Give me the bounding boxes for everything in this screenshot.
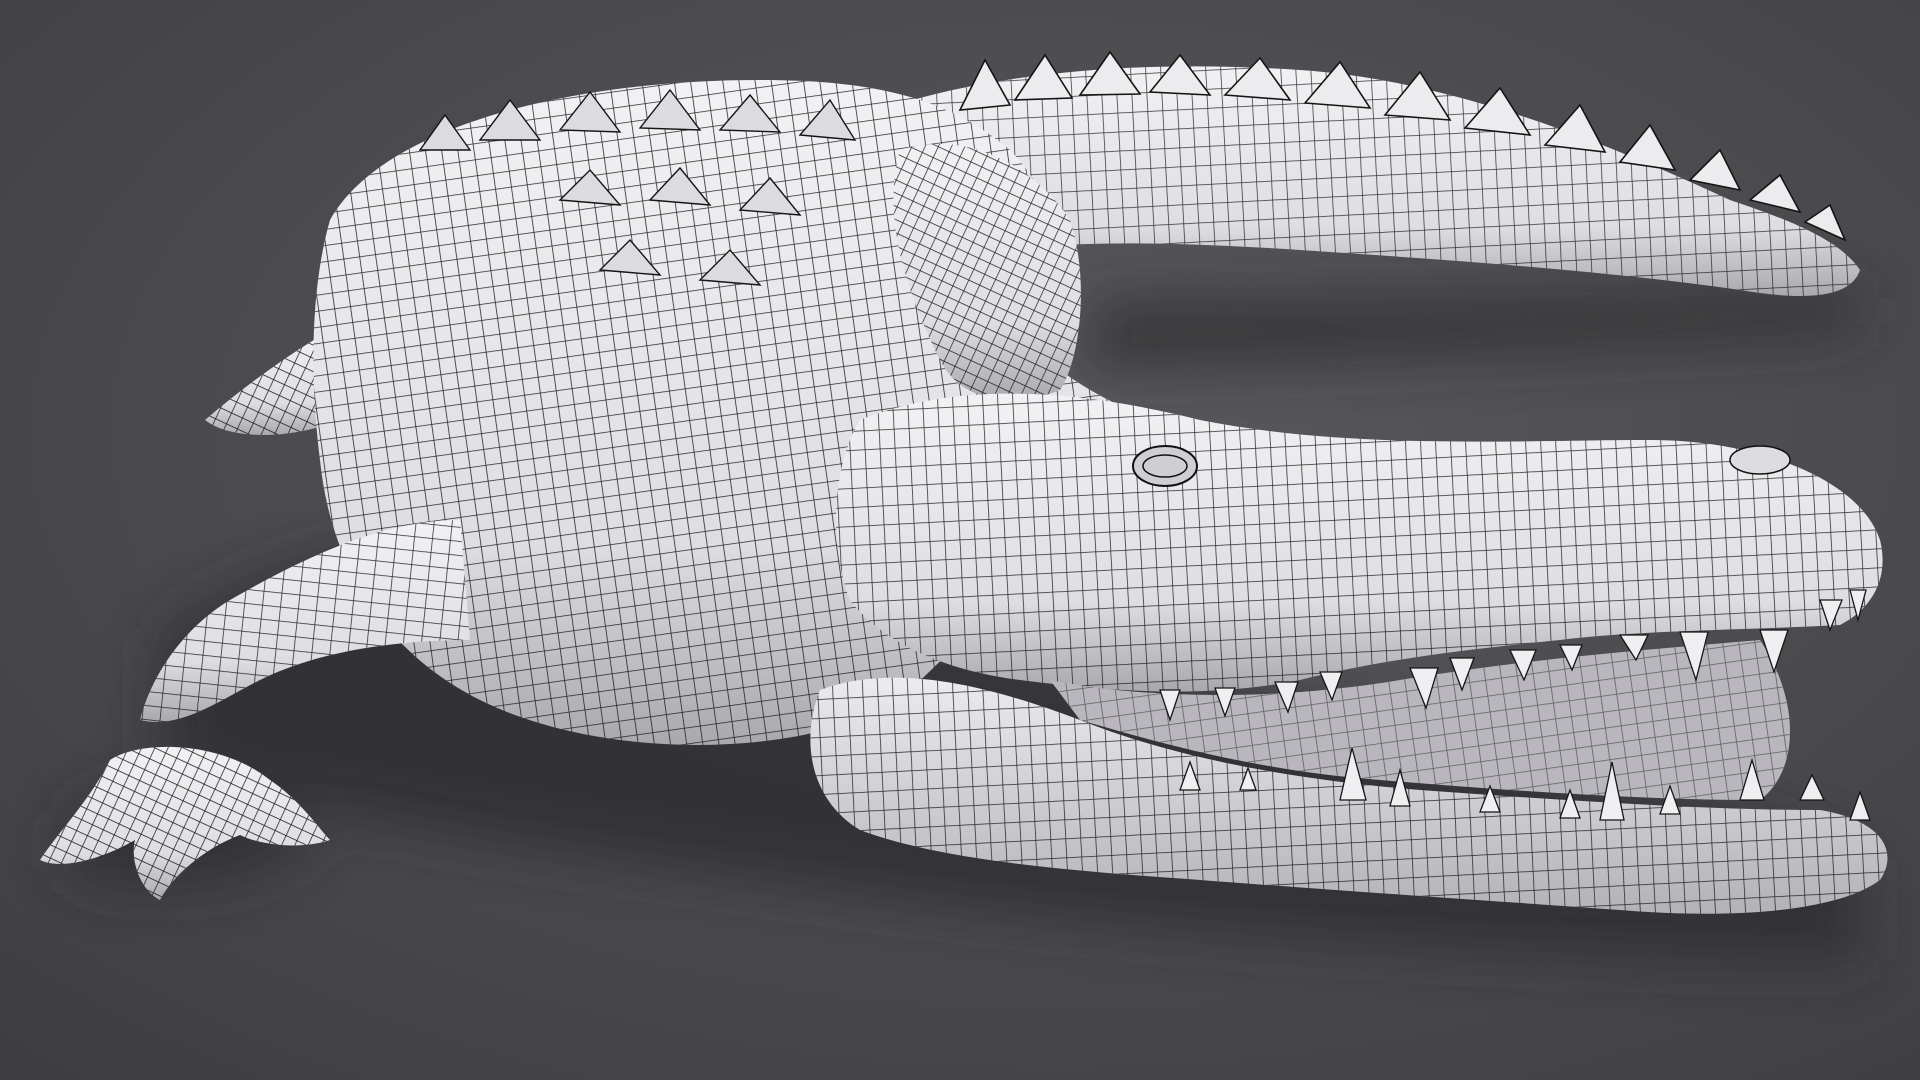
- render-viewport: [0, 0, 1920, 1080]
- nostril: [1729, 445, 1791, 475]
- crocodile-render: [0, 0, 1920, 1080]
